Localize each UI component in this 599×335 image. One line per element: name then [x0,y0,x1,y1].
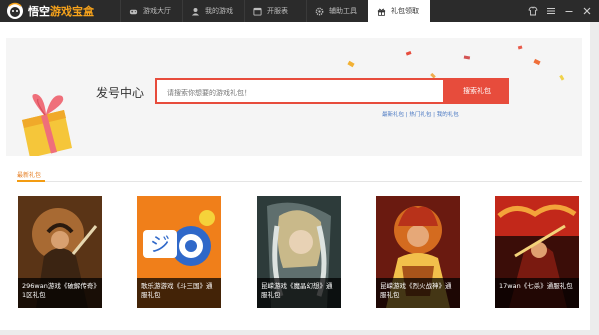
gift-card[interactable]: 17wan《七杀》通服礼包 [495,196,579,308]
gift-box-illustration [22,93,72,156]
right-edge-frame [590,22,599,335]
app-logo: 悟空 游戏宝盒 [0,0,120,22]
menu-button[interactable] [545,5,557,17]
search-box [155,78,445,104]
close-button[interactable] [581,5,593,17]
tab-my-games[interactable]: 我的游戏 [182,0,244,22]
gift-card[interactable]: ジ 歌乐游游戏《斗三国》通服礼包 [137,196,221,308]
tab-tools[interactable]: 辅助工具 [306,0,368,22]
calendar-icon [253,7,262,16]
gift-icon [377,8,386,16]
title-bar: 悟空 游戏宝盒 游戏大厅 我的游戏 开服表 辅助工具 礼包领取 [0,0,599,22]
tab-label: 辅助工具 [329,7,357,15]
card-caption: 17wan《七杀》通服礼包 [495,278,579,308]
gift-card[interactable]: 昆嵘游戏《魔晶幻想》通服礼包 [257,196,341,308]
logo-text-primary: 悟空 [28,5,50,18]
card-caption: 昆嵘游戏《烈火战神》通服礼包 [376,278,460,308]
window-controls [521,0,599,22]
user-icon [191,7,200,16]
tab-label: 开服表 [267,7,288,15]
skin-icon [528,6,538,16]
card-caption: 歌乐游游戏《斗三国》通服礼包 [137,278,221,308]
search-button[interactable]: 搜索礼包 [445,78,509,104]
gift-search-input[interactable] [157,82,443,104]
minimize-button[interactable] [563,5,575,17]
page-title: 发号中心 [96,86,145,100]
gift-card[interactable]: 昆嵘游戏《烈火战神》通服礼包 [376,196,460,308]
controller-icon [129,9,138,14]
svg-text:ジ: ジ [150,232,170,256]
skin-button[interactable] [527,5,539,17]
section-divider-accent [17,180,45,182]
quick-links[interactable]: 最新礼包 | 热门礼包 | 我的礼包 [382,110,459,118]
logo-text-accent: 游戏宝盒 [50,5,94,18]
gift-card[interactable]: 296wan游戏《破解传奇》1区礼包 [18,196,102,308]
section-divider [17,181,582,182]
bottom-edge-frame [0,330,599,335]
tab-gift-packs[interactable]: 礼包领取 [368,0,430,22]
section-title[interactable]: 最新礼包 [17,170,41,179]
tab-label: 游戏大厅 [143,7,171,15]
monkey-logo-icon [7,2,23,19]
tab-game-hall[interactable]: 游戏大厅 [120,0,182,22]
minimize-icon [565,11,573,12]
menu-icon [547,8,555,14]
gift-search-banner: 发号中心 搜索礼包 最新礼包 | 热门礼包 | 我的礼包 [6,38,582,156]
tab-label: 礼包领取 [391,7,419,15]
card-caption: 296wan游戏《破解传奇》1区礼包 [18,278,102,308]
tab-server-list[interactable]: 开服表 [244,0,306,22]
close-icon [583,7,591,15]
card-caption: 昆嵘游戏《魔晶幻想》通服礼包 [257,278,341,308]
gear-icon [315,7,324,15]
tab-label: 我的游戏 [205,7,233,15]
